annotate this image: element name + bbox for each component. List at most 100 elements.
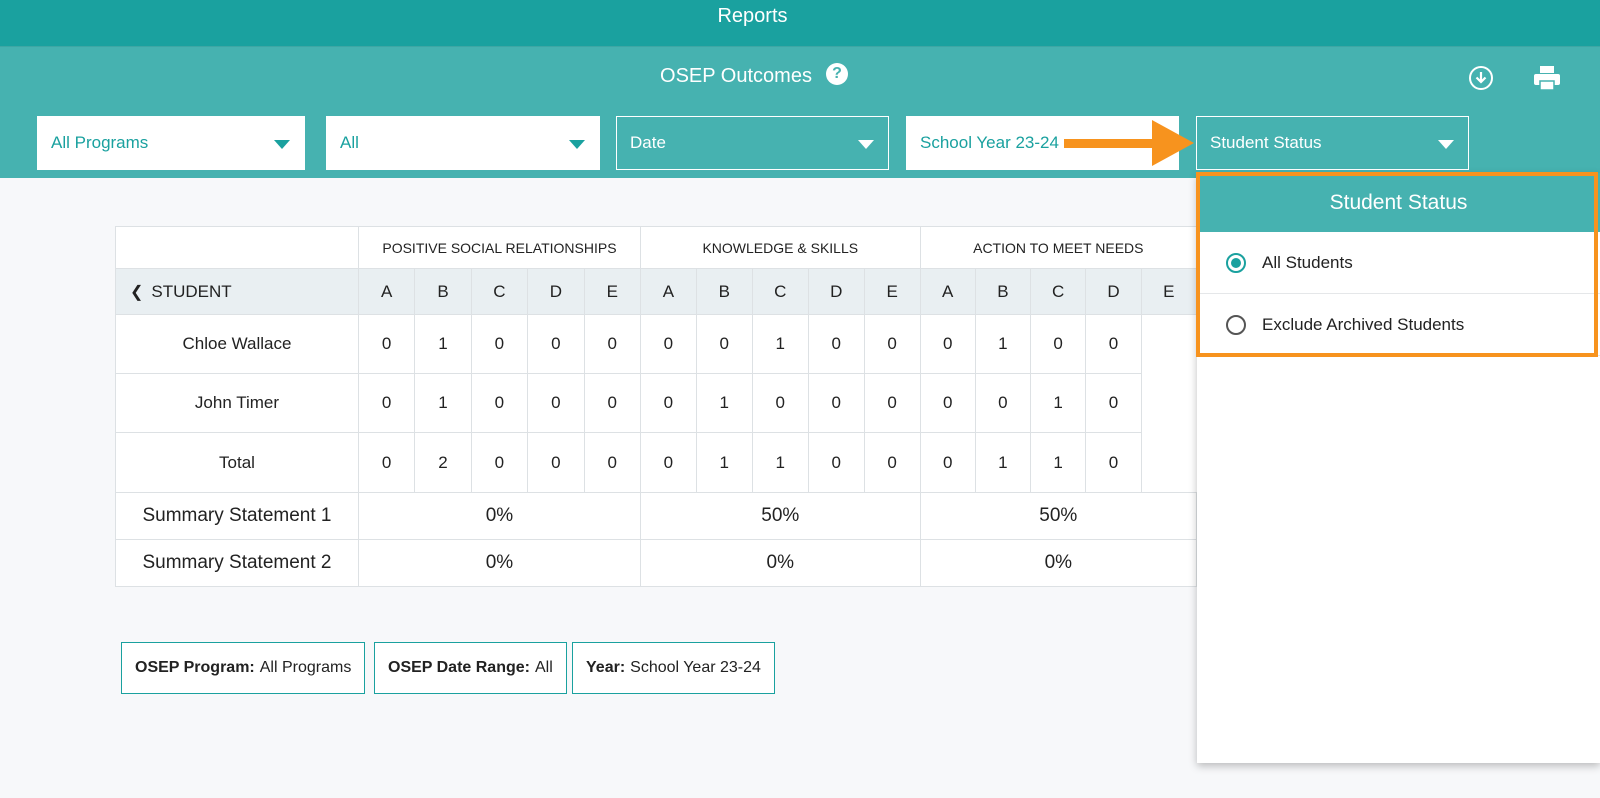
value-cell: 0 [470, 432, 529, 493]
value-cell: 0 [527, 314, 585, 374]
value-cell: 1 [1029, 432, 1087, 493]
group-header: ACTION TO MEET NEEDS [919, 226, 1197, 269]
group-header-row: POSITIVE SOCIAL RELATIONSHIPS KNOWLEDGE &… [115, 226, 1197, 269]
value-cell: 1 [414, 373, 472, 433]
letter-header: B [695, 268, 753, 315]
row-label: John Timer [115, 373, 359, 433]
row-label: Chloe Wallace [115, 314, 359, 374]
group-header: POSITIVE SOCIAL RELATIONSHIPS [357, 226, 641, 269]
student-status-select[interactable]: Student Status [1196, 116, 1469, 170]
value-cell: 1 [695, 373, 753, 433]
value-cell: 1 [751, 314, 809, 374]
summary-row: Summary Statement 1 0% 50% 50% [115, 492, 1197, 540]
row-label: Summary Statement 1 [115, 492, 359, 540]
option-label: Exclude Archived Students [1262, 314, 1465, 334]
letter-header: D [1085, 268, 1142, 315]
value-cell: 0 [919, 314, 976, 374]
letter-header: D [527, 268, 585, 315]
value-cell: 0 [807, 314, 865, 374]
letter-header: A [919, 268, 976, 315]
value-cell: 0 [470, 373, 529, 433]
summary-cell: 0% [639, 539, 921, 587]
date-range-chip: OSEP Date Range: All [374, 642, 567, 694]
group-header: KNOWLEDGE & SKILLS [639, 226, 921, 269]
summary-cell: 50% [919, 492, 1197, 540]
value-cell: 0 [357, 373, 416, 433]
value-cell: 0 [1085, 432, 1142, 493]
letter-header: E [583, 268, 641, 315]
letter-header: B [414, 268, 472, 315]
student-status-select-value: Student Status [1210, 133, 1322, 152]
value-cell: 0 [807, 432, 865, 493]
summary-row: Summary Statement 2 0% 0% 0% [115, 539, 1197, 587]
option-label: All Students [1262, 252, 1353, 272]
row-label: Total [115, 432, 359, 493]
program-chip: OSEP Program: All Programs [121, 642, 366, 694]
student-column-header[interactable]: ❮ STUDENT [115, 268, 359, 315]
value-cell: 0 [863, 432, 921, 493]
value-cell: 1 [1029, 373, 1087, 433]
option-exclude-archived[interactable]: Exclude Archived Students [1197, 294, 1600, 356]
report-table-area: POSITIVE SOCIAL RELATIONSHIPS KNOWLEDGE &… [0, 0, 1197, 798]
letter-header: D [807, 268, 865, 315]
option-all-students[interactable]: All Students [1197, 232, 1600, 294]
radio-unselected-icon[interactable] [1226, 314, 1246, 335]
radio-selected-icon[interactable] [1226, 252, 1246, 273]
chip-value: School Year 23-24 [630, 659, 761, 676]
value-cell: 0 [919, 373, 976, 433]
value-cell: 0 [1085, 314, 1142, 374]
letter-header: C [470, 268, 529, 315]
chip-label: OSEP Program: [135, 659, 255, 676]
report-table: POSITIVE SOCIAL RELATIONSHIPS KNOWLEDGE &… [115, 226, 1197, 587]
summary-cell: 50% [639, 492, 921, 540]
letter-header: A [639, 268, 697, 315]
student-header-label: STUDENT [151, 281, 232, 301]
download-icon[interactable] [1468, 65, 1494, 91]
value-cell: 0 [639, 314, 697, 374]
value-cell: 0 [527, 432, 585, 493]
value-cell: 0 [357, 314, 416, 374]
value-cell: 0 [807, 373, 865, 433]
summary-cell: 0% [357, 539, 641, 587]
chevron-down-icon [1438, 140, 1454, 149]
value-cell: 0 [1029, 314, 1087, 374]
letter-header: B [974, 268, 1032, 315]
value-cell: 0 [919, 432, 976, 493]
letter-header-row: ❮ STUDENT ABCDEABCDEABCDE [115, 268, 1197, 315]
value-cell: 2 [414, 432, 472, 493]
value-cell: 0 [751, 373, 809, 433]
chip-value: All [534, 659, 553, 676]
value-cell: 0 [639, 432, 697, 493]
letter-header: E [863, 268, 921, 315]
print-icon[interactable] [1533, 65, 1561, 91]
value-cell: 1 [974, 432, 1032, 493]
letter-header: C [751, 268, 809, 315]
letter-header: A [357, 268, 416, 315]
value-cell: 0 [695, 314, 753, 374]
row-label: Summary Statement 2 [115, 539, 359, 587]
chevron-left-icon: ❮ [130, 283, 144, 301]
value-cell: 0 [583, 432, 641, 493]
chip-value: All Programs [259, 659, 352, 676]
value-cell: 0 [863, 314, 921, 374]
student-status-dropdown: Student Status All Students Exclude Arch… [1197, 173, 1600, 763]
value-cell: 0 [974, 373, 1032, 433]
letter-header: C [1029, 268, 1087, 315]
blank-header-cell [115, 226, 359, 269]
value-cell: 0 [527, 373, 585, 433]
dropdown-title: Student Status [1197, 173, 1600, 232]
value-cell: 0 [639, 373, 697, 433]
value-cell: 0 [863, 373, 921, 433]
year-chip: Year: School Year 23-24 [572, 642, 775, 694]
total-row: Total 0 2 0 0 0 0 1 1 0 0 0 1 1 0 [115, 432, 1197, 493]
value-cell: 1 [414, 314, 472, 374]
value-cell: 0 [357, 432, 416, 493]
summary-cell: 0% [357, 492, 641, 540]
value-cell: 0 [583, 373, 641, 433]
table-row: Chloe Wallace 0 1 0 0 0 0 0 1 0 0 0 1 0 0 [115, 314, 1197, 374]
value-cell: 1 [974, 314, 1032, 374]
value-cell: 0 [470, 314, 529, 374]
value-cell: 0 [583, 314, 641, 374]
letter-header: E [1140, 268, 1197, 315]
chip-label: OSEP Date Range: [388, 659, 530, 676]
